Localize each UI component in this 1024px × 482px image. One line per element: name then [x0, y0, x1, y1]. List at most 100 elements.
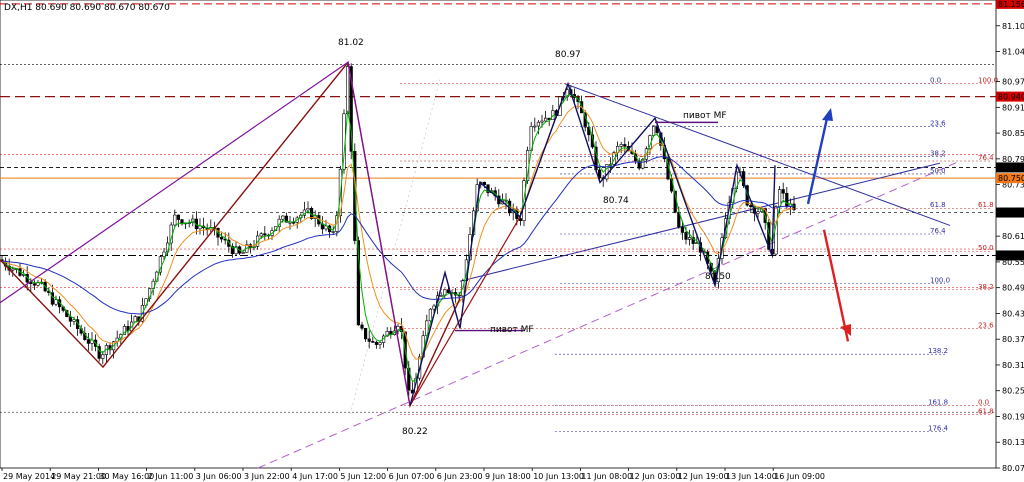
candle-body — [101, 354, 105, 359]
candle-body — [749, 204, 753, 208]
candle-body — [345, 66, 350, 115]
price-annotation: 80.74 — [603, 196, 629, 206]
candle-body — [360, 324, 364, 329]
fib-label: 100.0 — [978, 77, 998, 85]
price-annotation: 80.50 — [705, 272, 731, 282]
candle-body — [785, 192, 789, 208]
chart-window: 0.0 23.6 38.2 50.0 61.8 76.4 100.0 138.2 161.8 17… — [0, 0, 1024, 482]
y-tick-label: 80.255 — [1002, 387, 1024, 396]
candle-body — [756, 211, 760, 214]
fib-label: 176.4 — [928, 425, 949, 433]
price-chart[interactable]: 0.023.638.250.061.876.4100.0138.2161.817… — [0, 0, 1024, 482]
x-tick-label: 12 Jun 03:00 — [630, 472, 681, 481]
candle-body — [367, 338, 371, 342]
y-tick-label: 80.855 — [1002, 129, 1024, 138]
candle-body — [363, 328, 368, 340]
x-tick-label: 29 May 2014 — [3, 472, 55, 481]
candle-body — [687, 237, 692, 240]
y-tick-label: 80.435 — [1002, 309, 1024, 318]
x-tick-label: 6 Jun 23:00 — [437, 472, 483, 481]
y-tick-label: 80.135 — [1002, 438, 1024, 447]
candle-body — [540, 120, 544, 123]
x-tick-label: 9 Jun 18:00 — [485, 472, 531, 481]
fib-label: 76.4 — [978, 154, 994, 162]
candle-body — [306, 208, 310, 211]
candle-body — [623, 144, 627, 147]
candle-body — [173, 214, 177, 226]
y-tick-label: 81.105 — [1002, 22, 1024, 31]
y-tick-label: 80.375 — [1002, 335, 1024, 344]
price-label: 80.670 — [998, 209, 1024, 218]
candle-body — [781, 189, 785, 194]
x-tick-label: 11 Jun 08:00 — [581, 472, 632, 481]
price-annotation: 81.02 — [338, 38, 364, 48]
fib-label: 100.0 — [930, 276, 950, 284]
candle-body — [551, 110, 555, 121]
price-annotation: пивот MF — [490, 325, 534, 335]
candle-body — [220, 236, 224, 240]
x-tick-label: 4 Jun 17:00 — [292, 472, 338, 481]
fib-label: 0.0 — [930, 77, 941, 85]
candle-body — [684, 232, 688, 240]
price-annotation: пивот MF — [683, 111, 727, 121]
candle-body — [428, 308, 433, 322]
chart-title: DX,H1 80.690 80.690 80.670 80.670 — [4, 3, 170, 13]
y-tick-label: 80.915 — [1002, 103, 1024, 112]
candle-body — [680, 226, 684, 233]
candle-body — [619, 144, 623, 147]
candle-body — [543, 117, 548, 122]
candle-body — [651, 125, 656, 136]
x-tick-label: 6 Jun 07:00 — [389, 472, 435, 481]
fib-label: 138.2 — [928, 347, 948, 355]
x-tick-label: 2 Jun 11:00 — [148, 472, 194, 481]
candle-body — [439, 295, 443, 297]
fib-label: 23.6 — [930, 120, 946, 128]
candle-body — [374, 341, 379, 345]
candle-body — [331, 231, 335, 233]
fib-label: 76.4 — [930, 227, 946, 235]
fib-label: 0.0 — [978, 399, 989, 407]
candle-body — [482, 181, 487, 186]
candle-body — [263, 233, 267, 236]
x-tick-label: 10 Jun 13:00 — [533, 472, 584, 481]
candle-body — [281, 215, 285, 220]
candle-body — [241, 252, 245, 254]
candle-body — [259, 233, 263, 237]
candle-body — [378, 342, 382, 345]
candle-body — [11, 268, 15, 271]
x-tick-label: 29 May 21:00 — [51, 472, 106, 481]
candle-body — [32, 283, 36, 286]
price-label: 80.775 — [998, 163, 1024, 172]
candle-body — [162, 251, 166, 257]
candle-body — [86, 339, 90, 344]
x-tick-label: 30 May 16:00 — [99, 472, 154, 481]
x-tick-label: 3 Jun 06:00 — [196, 472, 242, 481]
fib-label: 61.8 — [978, 407, 994, 415]
fib-label: 50.0 — [978, 244, 994, 252]
candle-body — [198, 225, 202, 230]
price-annotation: 80.97 — [555, 50, 581, 60]
x-tick-label: 5 Jun 12:00 — [340, 472, 386, 481]
fib-label: 38.2 — [930, 150, 946, 158]
candle-body — [176, 214, 181, 220]
x-tick-label: 3 Jun 22:00 — [244, 472, 290, 481]
price-label: 81.156 — [998, 0, 1024, 9]
price-label: 80.940 — [998, 93, 1024, 102]
y-tick-label: 80.315 — [1002, 361, 1024, 370]
candle-body — [518, 218, 522, 222]
fib-label: 61.8 — [978, 201, 994, 209]
y-tick-label: 80.195 — [1002, 412, 1024, 421]
candle-body — [54, 299, 58, 305]
y-tick-label: 80.975 — [1002, 78, 1024, 87]
price-label: 80.570 — [998, 251, 1024, 260]
fib-label: 50.0 — [930, 167, 946, 175]
candle-body — [536, 121, 540, 127]
y-tick-label: 80.075 — [1002, 464, 1024, 473]
price-annotation: 80.22 — [402, 427, 428, 437]
candle-body — [533, 125, 537, 128]
y-tick-label: 81.045 — [1002, 48, 1024, 57]
candle-body — [371, 341, 375, 343]
candle-body — [288, 221, 292, 224]
fib-label: 23.6 — [978, 321, 994, 329]
candle-body — [777, 189, 782, 207]
